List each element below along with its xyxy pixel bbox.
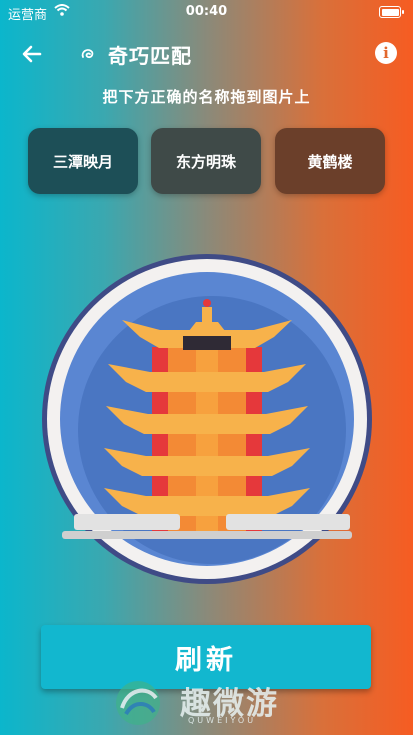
status-bar: 运营商 00:40 <box>0 0 413 24</box>
back-arrow-icon[interactable] <box>18 40 46 68</box>
option-card-3[interactable]: 黄鹤楼 <box>275 128 385 194</box>
instruction-text: 把下方正确的名称拖到图片上 <box>102 88 311 106</box>
info-icon: i <box>383 44 389 62</box>
watermark: 趣微游 QUWEIYOU <box>112 676 312 732</box>
option-card-2[interactable]: 东方明珠 <box>151 128 261 194</box>
answer-options: 三潭映月 东方明珠 黄鹤楼 <box>28 128 386 194</box>
page-title: 奇巧匹配 <box>108 44 192 68</box>
battery-icon <box>379 6 404 18</box>
option-card-1[interactable]: 三潭映月 <box>28 128 138 194</box>
swirl-logo-icon <box>81 48 94 58</box>
info-button[interactable]: i <box>375 42 397 64</box>
watermark-subtext: QUWEIYOU <box>188 716 257 725</box>
drop-target-picture[interactable] <box>40 252 374 586</box>
watermark-logo-icon <box>116 681 160 725</box>
nav-bar: 奇巧匹配 i <box>0 36 413 72</box>
title-group: 奇巧匹配 <box>80 40 192 69</box>
status-time: 00:40 <box>185 4 228 19</box>
